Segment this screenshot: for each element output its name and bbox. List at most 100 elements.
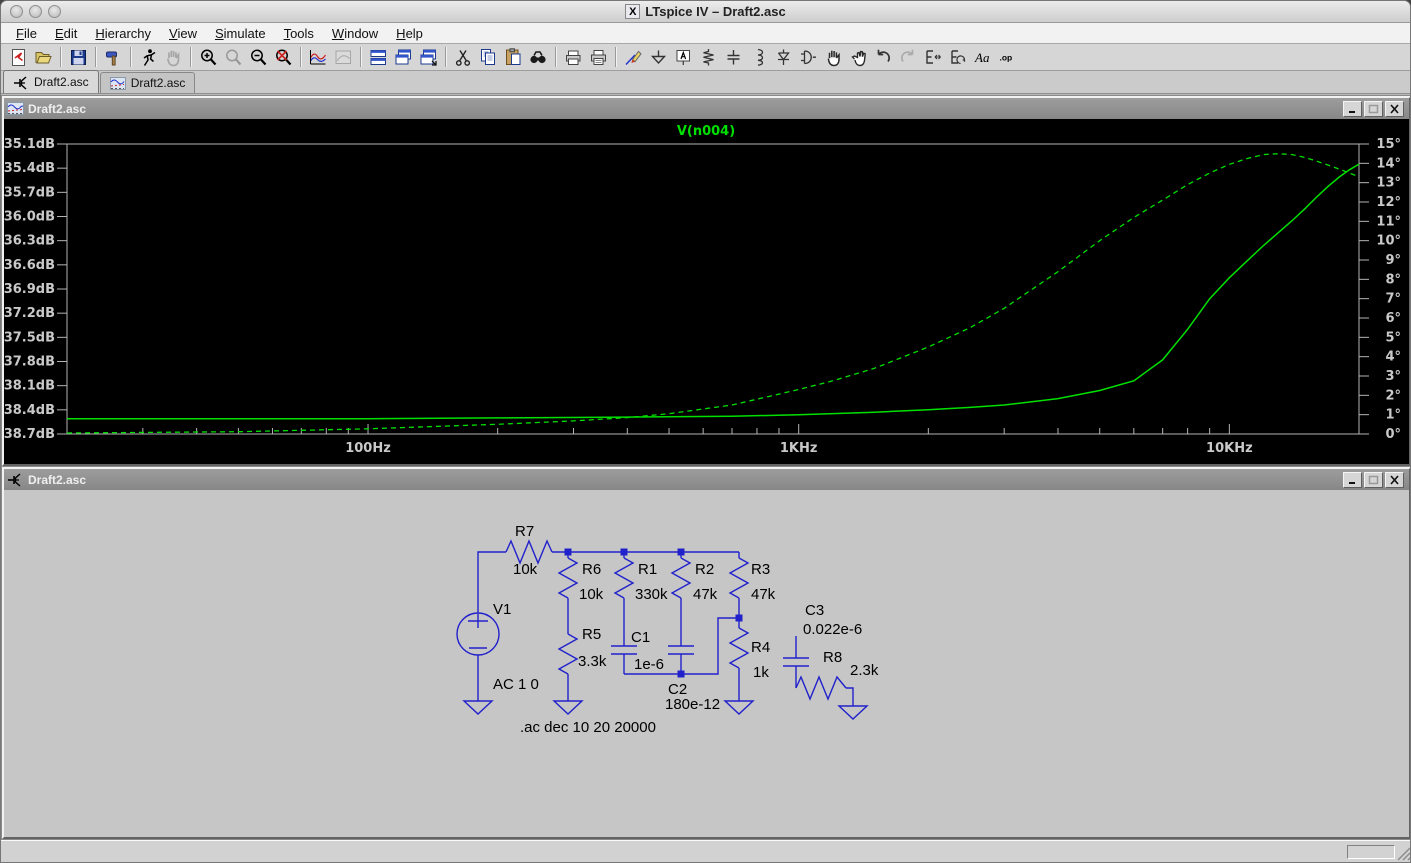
- run-simulation-button[interactable]: [136, 45, 161, 69]
- waveform-plot-area[interactable]: V(n004)-35.1dB-35.4dB-35.7dB-36.0dB-36.3…: [4, 119, 1409, 464]
- move-button[interactable]: [821, 45, 846, 69]
- autorange-plot-button[interactable]: [306, 45, 331, 69]
- schematic-window-titlebar[interactable]: Draft2.asc: [4, 469, 1409, 490]
- status-panel: [1347, 845, 1395, 859]
- cascade-windows-alt-button[interactable]: [416, 45, 441, 69]
- component-ref-R1: R1: [638, 561, 657, 578]
- tile-windows-button[interactable]: [366, 45, 391, 69]
- schematic-icon: [7, 472, 24, 487]
- undo-button[interactable]: [871, 45, 896, 69]
- halt-icon: [164, 48, 183, 67]
- y-left-tick-label: -37.2dB: [4, 306, 55, 321]
- open-file-button[interactable]: [31, 45, 56, 69]
- menu-item-edit[interactable]: Edit: [46, 24, 86, 43]
- menu-item-tools[interactable]: Tools: [275, 24, 323, 43]
- ground-symbol: [725, 701, 753, 714]
- tab-schematic[interactable]: Draft2.asc: [3, 70, 99, 93]
- close-button[interactable]: [1385, 101, 1404, 117]
- ground-symbol: [839, 706, 867, 719]
- mac-minimize-button[interactable]: [29, 5, 42, 18]
- place-text-button[interactable]: Aa: [971, 45, 996, 69]
- resize-grip[interactable]: [1397, 847, 1411, 861]
- undo-icon: [874, 48, 893, 67]
- x-tick-label: 100Hz: [345, 441, 391, 456]
- schematic-window-title: Draft2.asc: [28, 473, 1339, 487]
- save-button[interactable]: [66, 45, 91, 69]
- place-diode-button[interactable]: [771, 45, 796, 69]
- copy-button[interactable]: [476, 45, 501, 69]
- zoom-out-button[interactable]: [246, 45, 271, 69]
- menu-item-help[interactable]: Help: [387, 24, 432, 43]
- menu-item-simulate[interactable]: Simulate: [206, 24, 275, 43]
- toolbar-separator: [190, 47, 192, 67]
- plot-border: [67, 144, 1359, 434]
- maximize-button[interactable]: [1364, 472, 1383, 488]
- waveform-window-titlebar[interactable]: Draft2.asc: [4, 98, 1409, 119]
- x11-app-icon: X: [625, 4, 640, 19]
- paste-button[interactable]: [501, 45, 526, 69]
- place-resistor-button[interactable]: [696, 45, 721, 69]
- y-left-tick-label: -37.5dB: [4, 330, 55, 345]
- y-right-tick-label: 5°: [1385, 330, 1401, 345]
- y-left-tick-label: -35.1dB: [4, 137, 55, 152]
- draw-wire-button[interactable]: [621, 45, 646, 69]
- component-value-C2: 180e-12: [665, 696, 720, 713]
- new-schematic-button[interactable]: [6, 45, 31, 69]
- toolbar-separator: [300, 47, 302, 67]
- junction-dot: [678, 549, 685, 556]
- junction-dot: [565, 549, 572, 556]
- ground-symbol: [554, 701, 582, 714]
- component-value-R6: 10k: [579, 586, 604, 603]
- menu-item-window[interactable]: Window: [323, 24, 387, 43]
- menu-item-view[interactable]: View: [160, 24, 206, 43]
- mirror-button[interactable]: [921, 45, 946, 69]
- place-component-button[interactable]: [796, 45, 821, 69]
- component-ref-R2: R2: [695, 561, 714, 578]
- close-button[interactable]: [1385, 472, 1404, 488]
- rotate-button[interactable]: [946, 45, 971, 69]
- svg-text:.op: .op: [1000, 52, 1013, 62]
- find-icon: [529, 48, 548, 67]
- tab-waveform[interactable]: Draft2.asc: [100, 72, 196, 93]
- trace-title: V(n004): [677, 124, 735, 139]
- place-net-label-button[interactable]: [671, 45, 696, 69]
- zoom-full-extents-button[interactable]: [271, 45, 296, 69]
- schematic-canvas[interactable]: R710kR610kR1330kR247kR347kR53.3kR41kC11e…: [4, 490, 1409, 837]
- y-right-tick-label: 1°: [1385, 408, 1401, 423]
- autorange-plot-icon: [309, 48, 328, 67]
- symbol-R4: [730, 628, 748, 668]
- minimize-button[interactable]: [1343, 101, 1362, 117]
- cascade-windows-button[interactable]: [391, 45, 416, 69]
- drag-button[interactable]: [846, 45, 871, 69]
- y-right-tick-label: 4°: [1385, 350, 1401, 365]
- toolbar: Aa .op: [1, 44, 1410, 71]
- place-inductor-button[interactable]: [746, 45, 771, 69]
- toolbar-separator: [555, 47, 557, 67]
- cut-button[interactable]: [451, 45, 476, 69]
- mac-zoom-button[interactable]: [48, 5, 61, 18]
- mac-close-button[interactable]: [10, 5, 23, 18]
- minimize-button[interactable]: [1343, 472, 1362, 488]
- toolbar-separator: [615, 47, 617, 67]
- place-capacitor-button[interactable]: [721, 45, 746, 69]
- print-button[interactable]: [586, 45, 611, 69]
- menu-bar: FileEditHierarchyViewSimulateToolsWindow…: [1, 23, 1410, 44]
- print-preview-button[interactable]: [561, 45, 586, 69]
- zoom-in-button[interactable]: [196, 45, 221, 69]
- toolbar-separator: [360, 47, 362, 67]
- symbol-R2: [672, 558, 690, 598]
- menu-item-hierarchy[interactable]: Hierarchy: [86, 24, 160, 43]
- find-button[interactable]: [526, 45, 551, 69]
- window-title: LTspice IV – Draft2.asc: [645, 4, 785, 19]
- paste-icon: [504, 48, 523, 67]
- menu-item-file[interactable]: File: [7, 24, 46, 43]
- spice-directive-button[interactable]: .op: [996, 45, 1021, 69]
- maximize-button[interactable]: [1364, 101, 1383, 117]
- control-panel-button[interactable]: [101, 45, 126, 69]
- place-diode-icon: [774, 48, 793, 67]
- plot-settings-button: [331, 45, 356, 69]
- zoom-back-button: [221, 45, 246, 69]
- toolbar-separator: [130, 47, 132, 67]
- junction-dot: [678, 671, 685, 678]
- place-ground-button[interactable]: [646, 45, 671, 69]
